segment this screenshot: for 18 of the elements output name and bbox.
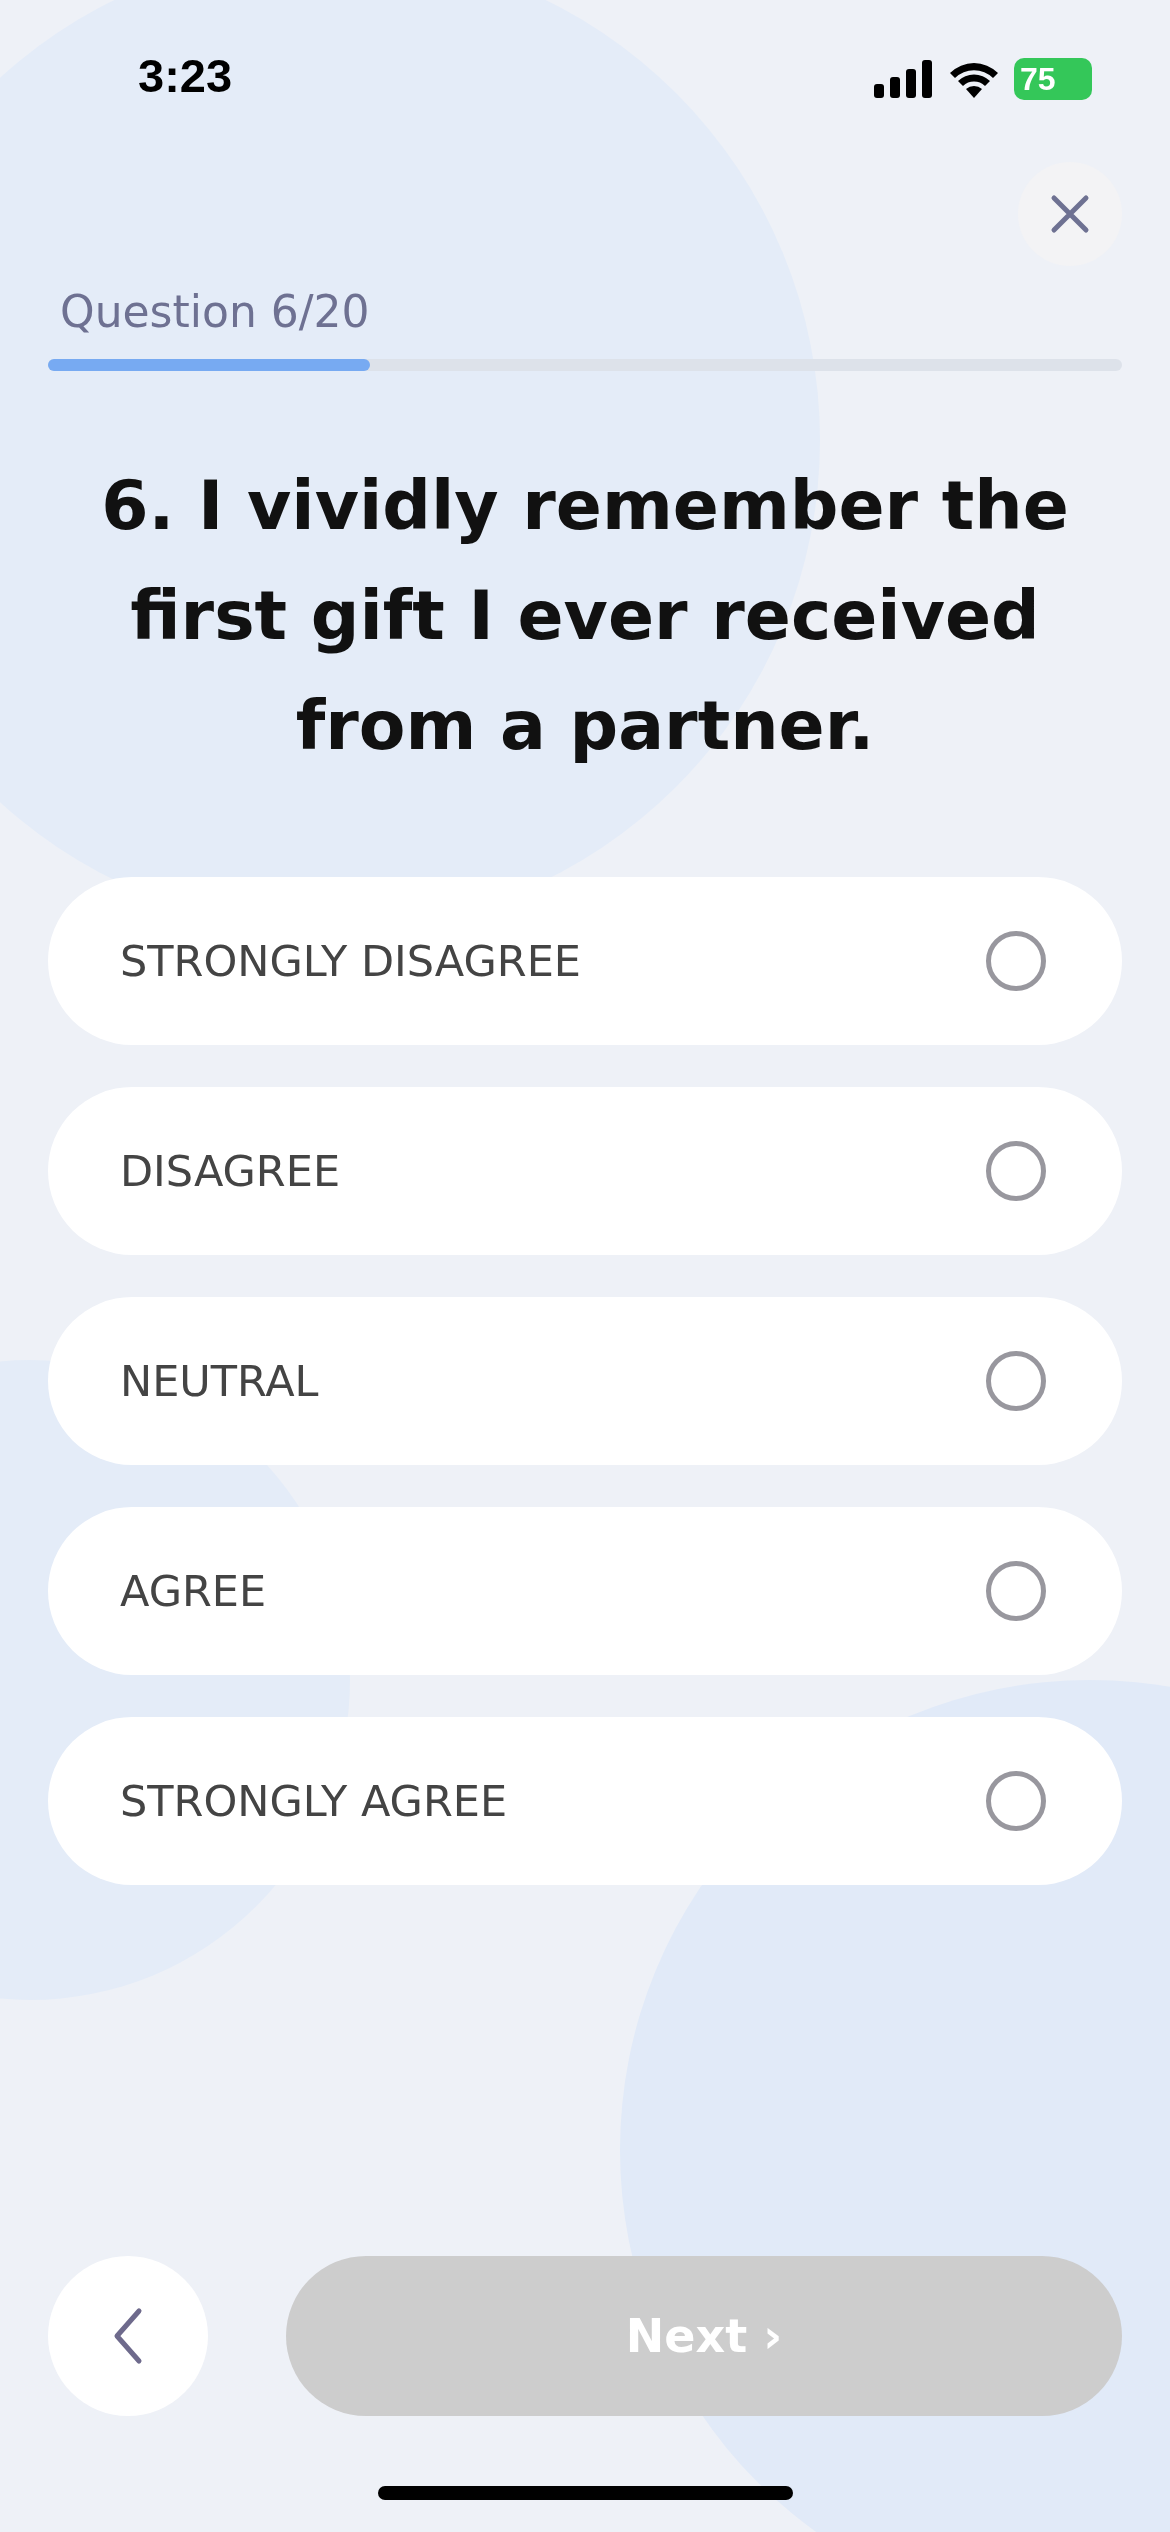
answer-option[interactable]: STRONGLY DISAGREE: [48, 877, 1122, 1045]
answer-option[interactable]: STRONGLY AGREE: [48, 1717, 1122, 1885]
question-text: 6. I vividly remember the first gift I ever received from a partner.: [100, 465, 1070, 767]
wifi-icon: [948, 60, 1000, 98]
radio-button[interactable]: [986, 1351, 1046, 1411]
battery-indicator: 75: [1014, 58, 1092, 100]
radio-button[interactable]: [986, 931, 1046, 991]
radio-button[interactable]: [986, 1141, 1046, 1201]
answer-option[interactable]: AGREE: [48, 1507, 1122, 1675]
radio-button[interactable]: [986, 1561, 1046, 1621]
close-icon: [1050, 194, 1090, 234]
chevron-left-icon: [113, 2307, 143, 2365]
question-counter: Question 6/20: [60, 286, 371, 337]
radio-button[interactable]: [986, 1771, 1046, 1831]
status-time: 3:23: [138, 48, 233, 103]
answer-option[interactable]: DISAGREE: [48, 1087, 1122, 1255]
signal-icon: [874, 60, 934, 98]
answer-option[interactable]: NEUTRAL: [48, 1297, 1122, 1465]
